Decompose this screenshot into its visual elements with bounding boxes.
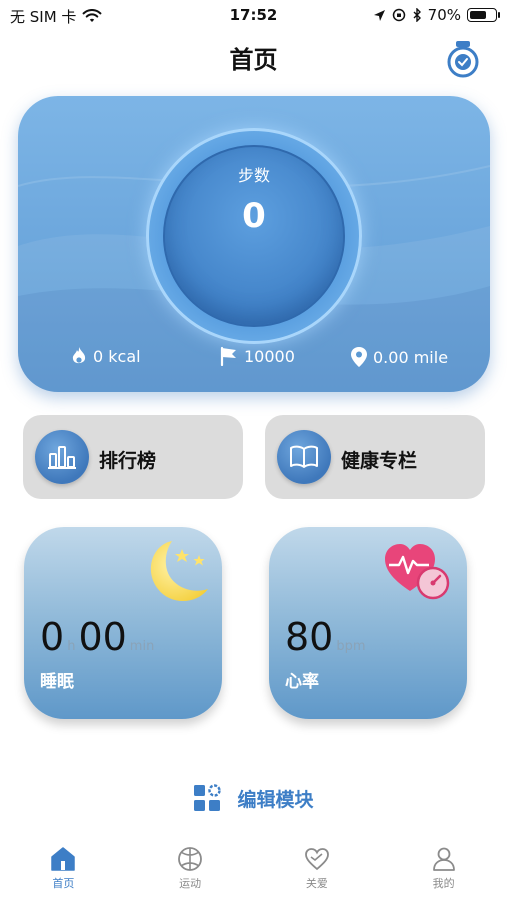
location-icon [373,9,385,21]
health-column-icon-badge [277,430,331,484]
sleep-minutes: 00 [78,615,127,659]
tab-care[interactable]: 关爱 [254,840,381,900]
location-pin-icon [351,347,367,367]
edit-modules-button[interactable]: 编辑模块 [0,784,507,812]
ball-icon [178,847,203,871]
home-icon [51,847,76,871]
heart-icon [304,848,329,871]
watch-icon [447,41,479,78]
heart-rate-unit: bpm [336,639,366,654]
tab-mine-label: 我的 [432,877,455,890]
steps-card[interactable]: 步数 0 0 kcal 10000 0.00 mile [18,96,490,392]
bluetooth-icon [413,8,421,22]
heart-rate-label: 心率 [285,672,319,692]
goal-stat: 10000 [219,346,295,366]
status-right: 70% [373,6,500,24]
battery-percent: 70% [427,6,461,24]
heart-gauge-icon [385,544,450,600]
battery-fill [470,11,486,19]
calories-stat: 0 kcal [70,346,141,366]
heart-rate-card[interactable]: 80 bpm 心率 [269,527,467,719]
flag-icon [220,346,236,366]
sleep-hours-unit: h [67,639,76,654]
ranking-button[interactable]: 排行榜 [23,415,243,499]
heart-rate-value: 80 bpm [285,615,369,659]
ranking-icon-badge [35,430,89,484]
tab-home-label: 首页 [52,877,75,890]
book-icon [290,445,318,468]
sleep-label: 睡眠 [40,672,74,692]
person-icon [432,847,455,871]
sleep-value: 0 h00 min [40,615,157,659]
tab-home[interactable]: 首页 [0,840,127,900]
heart-rate-number: 80 [285,615,334,659]
edit-modules-label: 编辑模块 [237,788,314,811]
distance-stat: 0.00 mile [350,346,448,368]
status-bar: 无 SIM 卡 17:52 70% [0,0,507,30]
flame-icon [72,347,86,364]
goal-value: 10000 [244,346,295,366]
steps-value: 0 [242,196,266,236]
watch-button[interactable] [445,40,481,78]
tab-sport[interactable]: 运动 [127,840,254,900]
tab-sport-label: 运动 [179,877,202,890]
page-title: 首页 [229,46,278,74]
sleep-hours: 0 [40,615,65,659]
tab-mine[interactable]: 我的 [380,840,507,900]
grid-settings-icon [194,784,222,811]
bar-chart-icon [48,446,76,469]
steps-label: 步数 [237,166,270,185]
tab-care-label: 关爱 [305,877,328,890]
moon-stars-icon [150,541,208,601]
health-column-label: 健康专栏 [341,450,418,472]
tab-bar: 首页 运动 关爱 我的 [0,840,507,900]
distance-value: 0.00 mile [373,347,449,367]
sleep-minutes-unit: min [129,639,155,654]
orientation-lock-icon [392,8,405,22]
ranking-label: 排行榜 [99,450,157,472]
sleep-card[interactable]: 0 h00 min 睡眠 [24,527,222,719]
calories-value: 0 kcal [93,346,141,366]
battery-icon [467,8,500,22]
health-column-button[interactable]: 健康专栏 [265,415,485,499]
